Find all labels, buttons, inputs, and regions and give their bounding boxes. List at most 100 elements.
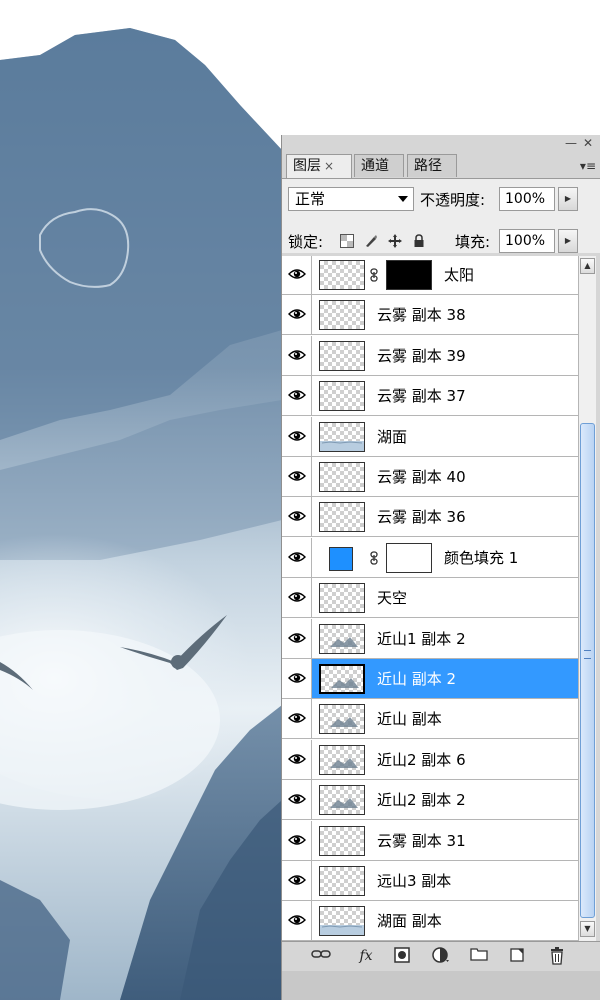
visibility-eye-icon[interactable] <box>282 739 312 779</box>
layer-thumbnail[interactable] <box>319 300 365 331</box>
layer-name: 近山2 副本 6 <box>377 750 466 769</box>
panel-title-bar: — ✕ <box>282 135 600 153</box>
layer-row[interactable]: 近山 副本 <box>282 699 578 740</box>
layer-mask-thumbnail[interactable] <box>386 260 432 290</box>
layer-thumbnail[interactable] <box>319 704 365 735</box>
layer-name: 近山2 副本 2 <box>377 791 466 810</box>
fill-stepper-button[interactable]: ▶ <box>558 229 578 253</box>
layer-thumbnail[interactable] <box>319 502 365 533</box>
chevron-down-icon <box>398 196 408 202</box>
tab-layers-label: 图层 <box>293 158 321 174</box>
tab-paths[interactable]: 路径 <box>407 154 457 177</box>
layer-name: 云雾 副本 31 <box>377 831 466 850</box>
visibility-eye-icon[interactable] <box>282 820 312 860</box>
visibility-eye-icon[interactable] <box>282 457 312 496</box>
scrollbar-grip-icon <box>584 650 591 659</box>
layer-thumbnail[interactable] <box>319 381 365 412</box>
layer-thumbnail[interactable] <box>319 866 365 896</box>
visibility-eye-icon[interactable] <box>282 416 312 456</box>
visibility-eye-icon[interactable] <box>282 618 312 658</box>
layer-row[interactable]: 天空 <box>282 578 578 619</box>
layer-row[interactable]: 近山2 副本 2 <box>282 780 578 821</box>
layer-name: 云雾 副本 40 <box>377 468 466 486</box>
delete-trash-icon[interactable] <box>546 947 568 965</box>
layer-row[interactable]: 湖面 副本 <box>282 901 578 941</box>
panel-minimize-button[interactable]: — <box>565 136 577 150</box>
layer-row[interactable]: 近山2 副本 6 <box>282 739 578 780</box>
layers-panel: — ✕ 图层 × 通道 路径 ▾≡ 正常 不透明度: 100% ▶ 锁定: 填充… <box>281 135 600 1000</box>
visibility-eye-icon[interactable] <box>282 376 312 416</box>
visibility-eye-icon[interactable] <box>282 659 312 698</box>
layer-row[interactable]: 云雾 副本 36 <box>282 497 578 538</box>
layer-name: 颜色填充 1 <box>444 548 519 567</box>
visibility-eye-icon[interactable] <box>282 256 312 294</box>
layer-mask-thumbnail[interactable] <box>386 542 432 573</box>
opacity-stepper-button[interactable]: ▶ <box>558 187 578 211</box>
layer-thumbnail[interactable] <box>319 906 365 937</box>
layer-thumbnail[interactable] <box>319 421 365 452</box>
tab-paths-label: 路径 <box>414 158 442 174</box>
add-mask-icon[interactable] <box>392 947 412 965</box>
layer-row[interactable]: 云雾 副本 31 <box>282 820 578 861</box>
adjustment-layer-icon[interactable] <box>430 947 452 965</box>
scroll-up-arrow-icon[interactable]: ▲ <box>580 258 595 274</box>
layer-thumbnail[interactable] <box>319 785 365 816</box>
lock-all-padlock-icon[interactable] <box>410 234 428 252</box>
layer-thumbnail[interactable] <box>319 260 365 290</box>
fill-input[interactable]: 100% <box>499 229 555 253</box>
visibility-eye-icon[interactable] <box>282 537 312 577</box>
scrollbar-thumb[interactable] <box>580 423 595 918</box>
blend-mode-select[interactable]: 正常 <box>288 187 414 211</box>
layer-row[interactable]: 近山1 副本 2 <box>282 618 578 659</box>
layer-row[interactable]: 云雾 副本 39 <box>282 335 578 376</box>
visibility-eye-icon[interactable] <box>282 335 312 375</box>
lock-image-brush-icon[interactable] <box>362 234 380 252</box>
tab-layers[interactable]: 图层 × <box>286 154 352 179</box>
layer-name: 近山1 副本 2 <box>377 629 466 648</box>
visibility-eye-icon[interactable] <box>282 497 312 537</box>
visibility-eye-icon[interactable] <box>282 578 312 618</box>
link-layers-icon[interactable] <box>310 947 332 965</box>
layer-thumbnail[interactable] <box>319 340 365 371</box>
visibility-eye-icon[interactable] <box>282 901 312 941</box>
scroll-down-arrow-icon[interactable]: ▼ <box>580 921 595 937</box>
layer-thumbnail[interactable] <box>319 744 365 775</box>
tab-channels[interactable]: 通道 <box>354 154 404 177</box>
layer-row[interactable]: 湖面 <box>282 416 578 457</box>
lock-transparent-icon[interactable] <box>338 234 356 252</box>
fill-color-swatch[interactable] <box>329 546 353 571</box>
blend-mode-value: 正常 <box>295 190 326 208</box>
visibility-eye-icon[interactable] <box>282 295 312 335</box>
layer-thumbnail[interactable] <box>319 623 365 654</box>
visibility-eye-icon[interactable] <box>282 699 312 739</box>
layer-row[interactable]: 近山 副本 2 <box>282 659 578 699</box>
new-group-folder-icon[interactable] <box>468 947 490 965</box>
tab-close-icon[interactable]: × <box>324 159 334 173</box>
layer-name: 云雾 副本 36 <box>377 508 466 527</box>
layer-thumbnail[interactable] <box>319 664 365 694</box>
new-layer-icon[interactable] <box>506 947 528 965</box>
layer-style-fx-icon[interactable]: fx <box>354 947 378 965</box>
layer-row[interactable]: 颜色填充 1 <box>282 537 578 578</box>
panel-close-button[interactable]: ✕ <box>583 136 593 150</box>
layer-name: 云雾 副本 37 <box>377 387 466 406</box>
layer-thumbnail[interactable] <box>319 462 365 492</box>
layer-row[interactable]: 云雾 副本 40 <box>282 457 578 497</box>
fill-label: 填充: <box>455 233 491 251</box>
visibility-eye-icon[interactable] <box>282 780 312 820</box>
layer-name: 远山3 副本 <box>377 872 452 890</box>
layer-list-scrollbar[interactable]: ▲ ▼ <box>578 256 596 941</box>
layer-row[interactable]: 云雾 副本 38 <box>282 295 578 336</box>
layer-thumbnail[interactable] <box>319 583 365 614</box>
panel-menu-icon[interactable]: ▾≡ <box>580 159 596 173</box>
mask-link-icon[interactable] <box>370 550 378 565</box>
layer-thumbnail[interactable] <box>319 825 365 856</box>
opacity-input[interactable]: 100% <box>499 187 555 211</box>
layer-row[interactable]: 云雾 副本 37 <box>282 376 578 417</box>
visibility-eye-icon[interactable] <box>282 861 312 900</box>
layer-row[interactable]: 太阳 <box>282 256 578 295</box>
layer-row[interactable]: 远山3 副本 <box>282 861 578 901</box>
mask-link-icon[interactable] <box>370 267 378 282</box>
lock-position-move-icon[interactable] <box>386 234 404 252</box>
layers-footer-toolbar: fx <box>282 941 600 972</box>
